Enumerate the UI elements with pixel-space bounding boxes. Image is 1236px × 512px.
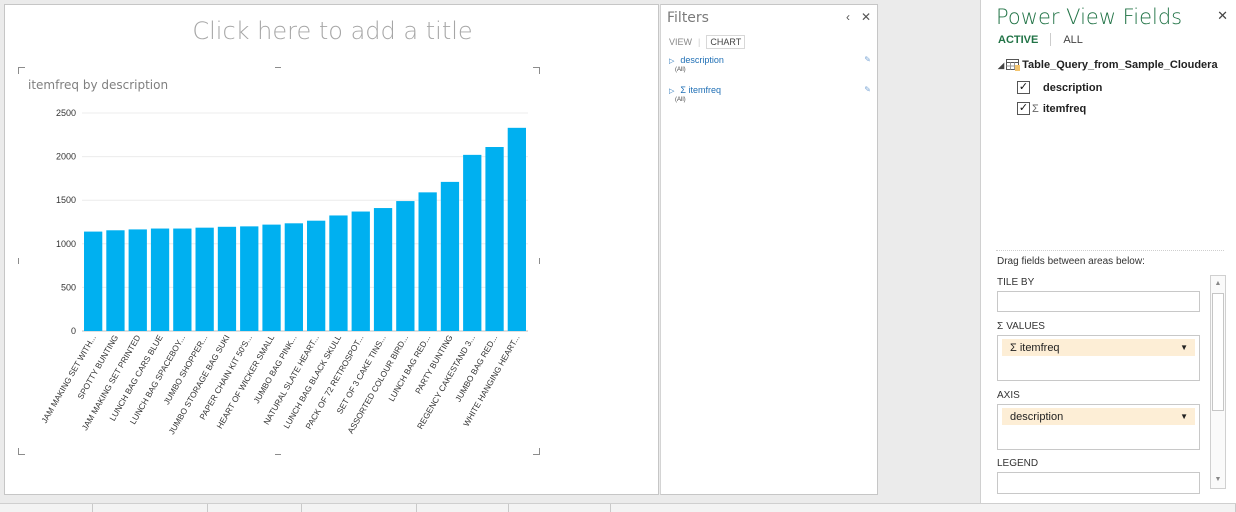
bar[interactable] [485,147,504,331]
power-view-window: { "view": { "title_placeholder": "Click … [0,0,1236,512]
bar[interactable] [373,208,393,331]
bar[interactable] [440,181,460,331]
power-view-fields-pane: Power View Fields ✕ ACTIVE ALL ◢ Table_Q… [980,0,1236,512]
filter-itemfreq[interactable]: ▷ Σ itemfreq (All) [669,85,721,103]
bar[interactable] [106,230,125,331]
sheet-tab[interactable] [208,504,302,512]
bar[interactable] [418,192,437,331]
tab-active[interactable]: ACTIVE [998,34,1038,46]
scroll-down-icon[interactable]: ▼ [1212,473,1224,487]
collapse-icon[interactable]: ◢ [998,61,1004,70]
sheet-tab[interactable] [93,504,208,512]
bar[interactable] [284,223,303,331]
table-name: Table_Query_from_Sample_Cloudera [1022,59,1218,71]
filters-title: Filters [667,10,709,26]
y-tick-label: 500 [61,282,76,292]
filters-tabs: VIEW | CHART [669,35,746,49]
sigma-icon: Σ [1032,102,1039,115]
bar[interactable] [307,220,326,331]
dropdown-arrow-icon[interactable]: ▼ [1180,412,1188,421]
areas-scrollbar[interactable]: ▲ ▼ [1210,275,1226,489]
sigma-icon: Σ [1010,341,1017,354]
sigma-icon: Σ [997,321,1004,332]
tile-by-label: TILE BY [997,277,1035,288]
report-canvas: Click here to add a title itemfreq by de… [4,4,659,495]
scroll-thumb[interactable] [1212,293,1224,411]
filters-pane: Filters ‹ ✕ VIEW | CHART ▷ description (A… [660,4,878,495]
values-field-name: itemfreq [1019,341,1060,354]
filters-tab-chart[interactable]: CHART [706,35,746,49]
bar[interactable] [217,226,237,331]
y-tick-label: 1000 [56,239,76,249]
bar[interactable] [128,229,147,331]
field-itemfreq-row[interactable]: ✓ Σ itemfreq [1017,102,1086,115]
filters-close-icon[interactable]: ✕ [861,10,871,24]
bar[interactable] [195,227,214,331]
checkbox-checked[interactable]: ✓ [1017,81,1030,94]
tab-all[interactable]: ALL [1063,34,1083,46]
legend-dropzone[interactable] [997,472,1200,494]
y-tick-label: 2000 [56,152,76,162]
values-label-row: Σ VALUES [997,321,1045,332]
sheet-tab[interactable] [0,504,93,512]
drag-fields-label: Drag fields between areas below: [997,256,1145,267]
dropdown-arrow-icon[interactable]: ▼ [1180,343,1188,352]
filters-tab-view[interactable]: VIEW [669,37,692,47]
bar[interactable] [329,215,348,331]
sheet-tab-bar [0,503,1236,512]
checkbox-checked[interactable]: ✓ [1017,102,1030,115]
pane-divider[interactable] [996,250,1224,251]
filter-name: Σ itemfreq [680,85,721,95]
axis-dropzone[interactable]: description ▼ [997,404,1200,450]
filter-value: (All) [675,67,686,73]
values-field-pill[interactable]: Σ itemfreq ▼ [1002,339,1195,356]
bar[interactable] [240,226,259,331]
expand-icon[interactable]: ▷ [669,58,674,65]
bar[interactable] [173,228,192,331]
y-tick-label: 2500 [56,108,76,118]
horizontal-scrollbar[interactable] [610,504,1236,512]
filters-minimize-icon[interactable]: ‹ [846,10,850,24]
field-name: description [1043,81,1103,94]
tab-separator [1050,33,1052,46]
fields-tabs: ACTIVE ALL [998,33,1083,46]
axis-field-pill[interactable]: description ▼ [1002,408,1195,425]
table-node[interactable]: ◢ Table_Query_from_Sample_Cloudera [998,59,1218,71]
clear-filter-icon[interactable]: ✎ [864,85,871,94]
tile-by-dropzone[interactable] [997,291,1200,312]
y-tick-label: 1500 [56,195,76,205]
filter-name: description [680,55,724,65]
axis-field-name: description [1010,410,1064,423]
values-dropzone[interactable]: Σ itemfreq ▼ [997,335,1200,381]
values-label: VALUES [1006,321,1045,332]
filter-value: (All) [675,97,686,103]
table-icon [1006,59,1021,71]
axis-label: AXIS [997,390,1020,401]
close-icon[interactable]: ✕ [1217,8,1228,24]
bar[interactable] [463,154,482,331]
fields-pane-title: Power View Fields [996,5,1183,29]
clear-filter-icon[interactable]: ✎ [864,55,871,64]
bar[interactable] [150,228,170,331]
sheet-tab[interactable] [302,504,417,512]
field-description-row[interactable]: ✓ description [1017,81,1102,94]
expand-icon[interactable]: ▷ [669,88,674,95]
filter-description[interactable]: ▷ description (All) [669,55,724,73]
y-tick-label: 0 [71,326,76,336]
filters-tab-separator: | [698,37,701,47]
bar[interactable] [351,211,370,331]
bar-chart[interactable]: 05001000150020002500JAM MAKING SET WITH.… [5,5,660,496]
bar[interactable] [262,224,281,331]
bar[interactable] [84,231,103,331]
legend-label: LEGEND [997,458,1039,469]
scroll-up-icon[interactable]: ▲ [1212,277,1224,291]
field-name: itemfreq [1042,102,1087,115]
bar[interactable] [396,201,415,331]
sheet-tab[interactable] [417,504,509,512]
bar[interactable] [507,127,526,331]
